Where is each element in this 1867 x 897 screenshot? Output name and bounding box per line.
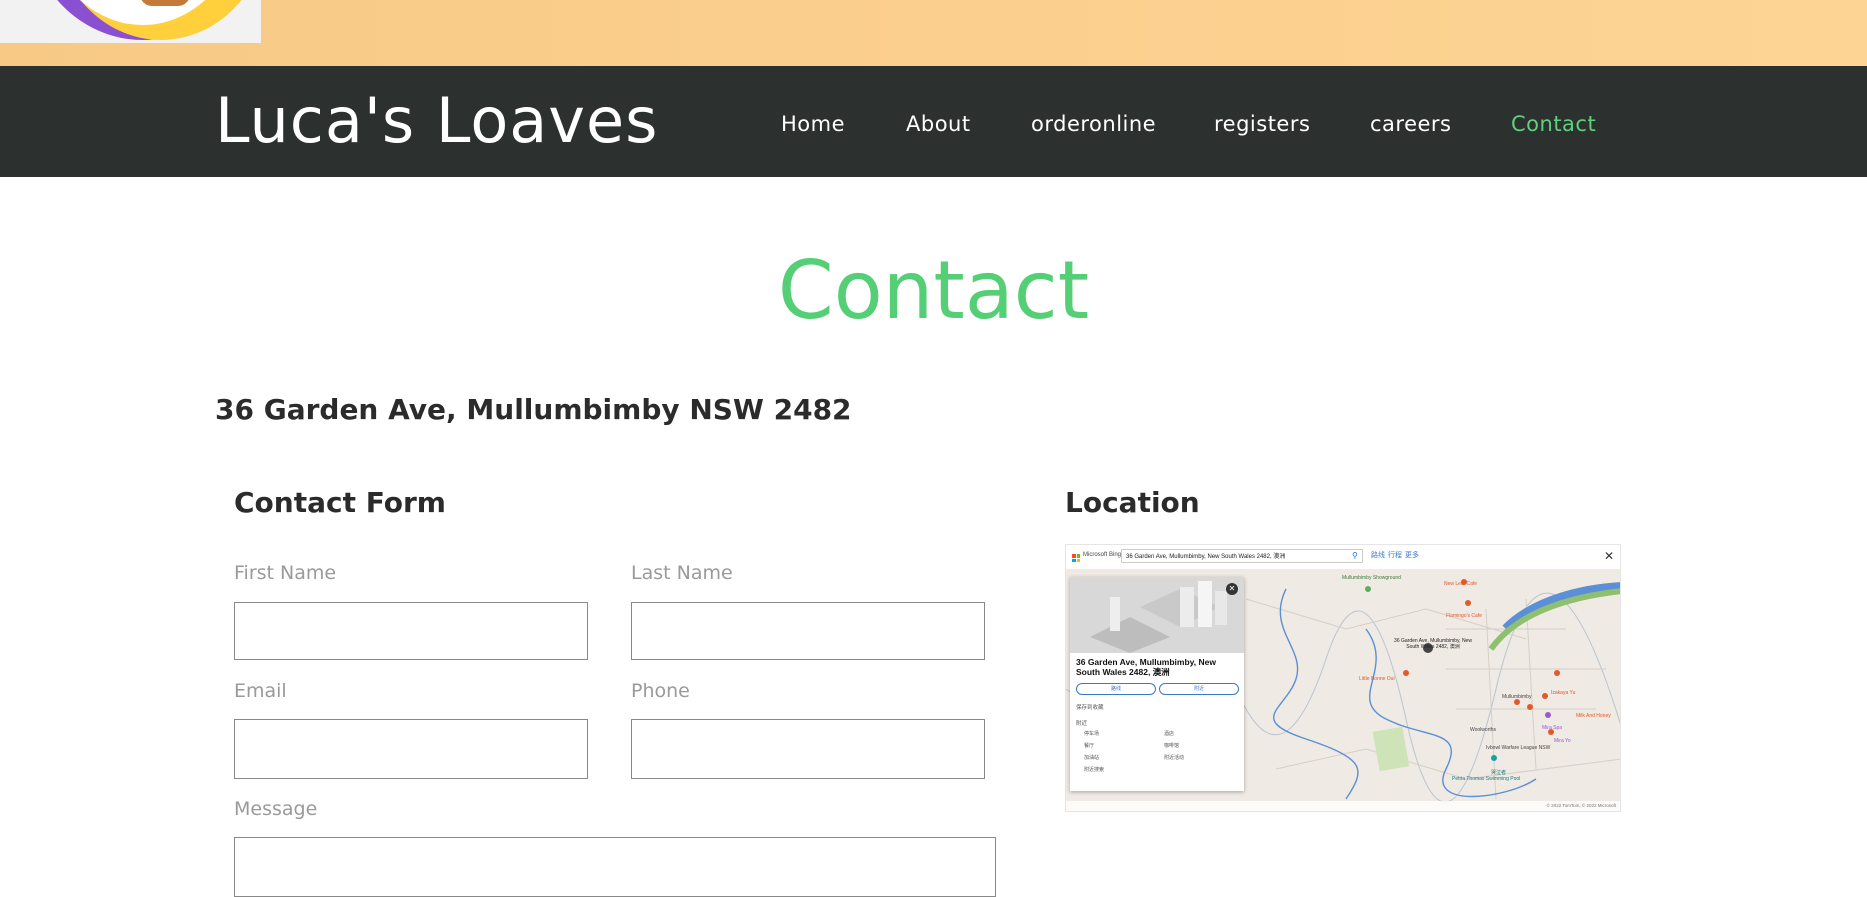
nearby-item[interactable]: 停车场 [1084, 730, 1099, 737]
nav-careers[interactable]: careers [1370, 112, 1452, 136]
nav-home[interactable]: Home [781, 112, 845, 136]
map-tool-directions[interactable]: 路线 [1371, 550, 1385, 560]
nav-about[interactable]: About [906, 112, 971, 136]
poi-pool-icon [1491, 755, 1497, 761]
map-toolbar: Microsoft Bing 36 Garden Ave, Mullumbimb… [1066, 545, 1620, 570]
map-search-input[interactable]: 36 Garden Ave, Mullumbimby, New South Wa… [1121, 549, 1363, 563]
directions-button[interactable]: 路线 [1076, 683, 1156, 695]
logo-image [0, 0, 261, 43]
navbar: Luca's Loaves Home About orderonline reg… [0, 66, 1867, 177]
first-name-input[interactable] [234, 602, 588, 660]
first-name-label: First Name [234, 562, 337, 584]
map-place-label: New Leaf Cafe [1444, 581, 1478, 587]
map-place-label: Little Bonne Oui [1359, 676, 1395, 682]
close-icon[interactable]: ✕ [1604, 549, 1614, 563]
top-banner [0, 0, 1867, 66]
close-icon[interactable]: ✕ [1226, 583, 1238, 595]
map-place-label: Mullumbimby Showground [1342, 575, 1401, 581]
nearby-item[interactable]: 酒店 [1164, 730, 1174, 737]
location-map[interactable]: Microsoft Bing 36 Garden Ave, Mullumbimb… [1065, 544, 1621, 812]
map-place-label: 哭泣者 [1491, 770, 1507, 776]
location-heading: Location [1065, 486, 1200, 519]
nav-contact[interactable]: Contact [1511, 112, 1596, 136]
message-label: Message [234, 798, 318, 820]
message-textarea[interactable] [234, 837, 996, 897]
map-place-label: Mira Yo [1554, 738, 1571, 744]
map-place-label: Mullumbimby [1502, 694, 1532, 700]
poi-restaurant-icon [1403, 670, 1409, 676]
save-to-favorites[interactable]: 保存到收藏 [1076, 703, 1104, 711]
last-name-input[interactable] [631, 602, 985, 660]
location-3d-thumbnail[interactable]: ✕ [1070, 577, 1244, 653]
map-footer: © 2022 TomTom, © 2022 Microsoft [1066, 801, 1620, 811]
poi-spa-icon [1545, 712, 1551, 718]
address: 36 Garden Ave, Mullumbimby NSW 2482 [215, 393, 852, 426]
poi-restaurant-icon [1542, 693, 1548, 699]
nearby-heading: 附近 [1076, 721, 1088, 727]
poi-showground-icon [1365, 586, 1371, 592]
poi-restaurant-icon [1554, 670, 1560, 676]
map-tool-more[interactable]: 更多 [1405, 550, 1419, 560]
nearby-item[interactable]: 加油站 [1084, 754, 1099, 761]
map-place-label: Flamingo's Cafe [1446, 613, 1482, 619]
nearby-item[interactable]: 餐厅 [1084, 742, 1094, 749]
map-place-label: Mira Spa [1542, 725, 1563, 731]
nearby-button[interactable]: 附近 [1159, 683, 1239, 695]
poi-restaurant-icon [1527, 704, 1533, 710]
map-place-label: Ivbowl Warfare League NSW [1486, 745, 1551, 751]
microsoft-logo-icon [1072, 554, 1080, 562]
map-place-label: Izakaya Yu [1551, 690, 1576, 696]
page-title: Contact [777, 244, 1090, 337]
map-info-panel: ✕ 36 Garden Ave, Mullumbimby, New South … [1070, 577, 1244, 791]
map-pin-label: 36 Garden Ave, Mullumbimby, New South Wa… [1394, 638, 1472, 650]
nearby-item[interactable]: 咖啡馆 [1164, 742, 1179, 749]
nearby-item[interactable]: 附近活动 [1164, 754, 1184, 761]
nav-orderonline[interactable]: orderonline [1031, 112, 1156, 136]
map-place-label: Petria Thomas Swimming Pool [1452, 776, 1521, 782]
panel-title: 36 Garden Ave, Mullumbimby, New South Wa… [1076, 657, 1216, 677]
map-place-label: Milk And Honey [1576, 713, 1611, 719]
email-label: Email [234, 680, 287, 702]
map-provider: Microsoft Bing [1083, 552, 1122, 558]
email-input[interactable] [234, 719, 588, 779]
brand-title[interactable]: Luca's Loaves [215, 84, 658, 157]
last-name-label: Last Name [631, 562, 733, 584]
poi-cafe-icon [1465, 600, 1471, 606]
contact-form-heading: Contact Form [234, 486, 446, 519]
map-copyright: © 2022 TomTom, © 2022 Microsoft [1546, 803, 1616, 808]
phone-label: Phone [631, 680, 690, 702]
map-place-label: Woolworths [1470, 727, 1497, 733]
nearby-item[interactable]: 附近搜索 [1084, 766, 1104, 773]
phone-input[interactable] [631, 719, 985, 779]
nav-registers[interactable]: registers [1214, 112, 1310, 136]
search-icon[interactable]: ⚲ [1352, 551, 1358, 560]
map-tool-trip[interactable]: 行程 [1388, 550, 1402, 560]
